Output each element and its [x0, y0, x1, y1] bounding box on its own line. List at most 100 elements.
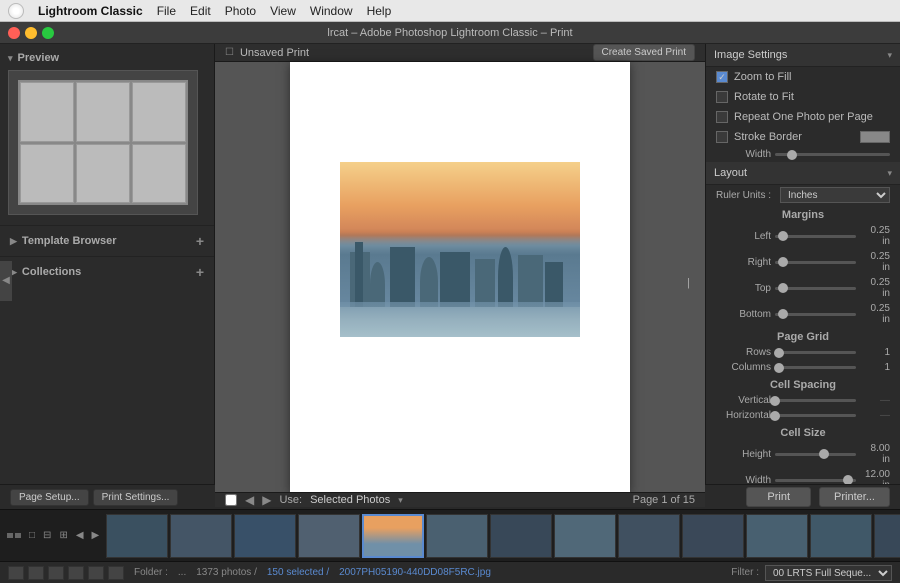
margin-left-slider[interactable] [775, 235, 856, 238]
repeat-one-checkbox[interactable] [716, 111, 728, 123]
maximize-button[interactable] [42, 27, 54, 39]
current-filename: 2007PH05190-440DD08F5RC.jpg [339, 567, 491, 578]
film-thumb-6[interactable] [426, 514, 488, 558]
collections-add-icon[interactable]: + [196, 264, 204, 280]
use-value[interactable]: Selected Photos [310, 494, 390, 506]
margin-top-value: 0.25 in [860, 277, 890, 299]
filter-select[interactable]: 00 LRTS Full Seque... [765, 565, 892, 581]
margin-bottom-thumb[interactable] [778, 309, 788, 319]
stroke-color-swatch[interactable] [860, 131, 890, 143]
view-mode-2-icon[interactable] [28, 566, 44, 580]
rows-slider[interactable] [775, 351, 856, 354]
width-thumb[interactable] [843, 475, 853, 484]
compare-view-btn[interactable]: ⊟ [40, 528, 54, 543]
zoom-to-fill-checkbox[interactable]: ✓ [716, 71, 728, 83]
vertical-slider[interactable] [775, 399, 856, 402]
grid-view-btn[interactable] [4, 531, 24, 540]
film-thumb-8[interactable] [554, 514, 616, 558]
left-panel-collapse-arrow[interactable]: ◀ [0, 261, 12, 301]
stroke-width-thumb[interactable] [787, 150, 797, 160]
margin-left-thumb[interactable] [778, 231, 788, 241]
layout-arrow-icon: ▾ [887, 168, 892, 179]
prev-filmstrip-btn[interactable]: ◀ [73, 528, 87, 543]
view-mode-1-icon[interactable] [8, 566, 24, 580]
film-thumb-1[interactable] [106, 514, 168, 558]
columns-slider[interactable] [775, 366, 856, 369]
collections-label: Collections [22, 266, 81, 278]
close-button[interactable] [8, 27, 20, 39]
margins-label: Margins [706, 205, 900, 223]
film-thumb-7[interactable] [490, 514, 552, 558]
film-thumb-11[interactable] [746, 514, 808, 558]
prev-nav-icon[interactable] [88, 566, 104, 580]
film-thumb-5[interactable] [362, 514, 424, 558]
preview-cell-5 [76, 144, 130, 204]
height-thumb[interactable] [819, 449, 829, 459]
view-mode-3-icon[interactable] [48, 566, 64, 580]
film-thumb-13[interactable] [874, 514, 900, 558]
film-thumb-10[interactable] [682, 514, 744, 558]
menu-photo[interactable]: Photo [225, 4, 256, 18]
film-thumb-4[interactable] [298, 514, 360, 558]
print-settings-button[interactable]: Print Settings... [93, 489, 179, 506]
columns-thumb[interactable] [774, 363, 784, 373]
preview-label: Preview [18, 52, 60, 64]
view-mode-4-icon[interactable] [68, 566, 84, 580]
margin-right-row: Right 0.25 in [706, 249, 900, 275]
margin-top-slider[interactable] [775, 287, 856, 290]
collections-header[interactable]: ▶ Collections + [0, 259, 214, 285]
survey-view-btn[interactable]: ⊞ [56, 528, 70, 543]
margin-right-thumb[interactable] [778, 257, 788, 267]
film-thumb-12[interactable] [810, 514, 872, 558]
film-thumb-3[interactable] [234, 514, 296, 558]
next-filmstrip-btn[interactable]: ▶ [89, 528, 103, 543]
stroke-border-checkbox[interactable] [716, 131, 728, 143]
prev-arrow-icon[interactable]: ◀ [245, 493, 254, 507]
printer-button[interactable]: Printer... [819, 487, 890, 507]
vertical-thumb[interactable] [770, 396, 780, 406]
page-setup-button[interactable]: Page Setup... [10, 489, 89, 506]
template-browser-header[interactable]: ▶ Template Browser + [0, 228, 214, 254]
rows-value: 1 [860, 347, 890, 358]
height-slider[interactable] [775, 453, 856, 456]
width-slider[interactable] [775, 479, 856, 482]
divider-2 [0, 256, 214, 257]
menu-help[interactable]: Help [367, 4, 392, 18]
film-thumb-9[interactable] [618, 514, 680, 558]
stroke-width-slider[interactable] [775, 153, 890, 156]
menu-file[interactable]: File [157, 4, 176, 18]
use-arrow-icon[interactable]: ▾ [398, 495, 403, 506]
rows-thumb[interactable] [774, 348, 784, 358]
image-settings-header[interactable]: Image Settings ▾ [706, 44, 900, 67]
margin-bottom-slider[interactable] [775, 313, 856, 316]
filmstrip-controls: □ ⊟ ⊞ ◀ ▶ [0, 528, 106, 543]
print-title-area: ☐ Unsaved Print [225, 47, 309, 59]
loupe-view-btn[interactable]: □ [26, 528, 38, 543]
margin-right-slider[interactable] [775, 261, 856, 264]
rotate-to-fit-checkbox[interactable] [716, 91, 728, 103]
bottom-checkbox[interactable] [225, 494, 237, 506]
selected-count: 150 selected / [267, 567, 329, 578]
center-toolbar: ☐ Unsaved Print Create Saved Print [215, 44, 705, 62]
print-button[interactable]: Print [746, 487, 811, 507]
menu-window[interactable]: Window [310, 4, 353, 18]
center-panel: ☐ Unsaved Print Create Saved Print [215, 44, 705, 484]
folder-label: Folder : [134, 567, 168, 578]
template-browser-add-icon[interactable]: + [196, 233, 204, 249]
ruler-units-select[interactable]: Inches [780, 187, 890, 203]
next-arrow-icon[interactable]: ▶ [262, 493, 271, 507]
margin-left-row: Left 0.25 in [706, 223, 900, 249]
rows-row: Rows 1 [706, 345, 900, 360]
margin-top-thumb[interactable] [778, 283, 788, 293]
cursor-indicator: | [687, 277, 690, 289]
minimize-button[interactable] [25, 27, 37, 39]
horizontal-slider[interactable] [775, 414, 856, 417]
layout-header[interactable]: Layout ▾ [706, 162, 900, 185]
film-thumb-2[interactable] [170, 514, 232, 558]
menu-view[interactable]: View [270, 4, 296, 18]
menu-edit[interactable]: Edit [190, 4, 211, 18]
next-nav-icon[interactable] [108, 566, 124, 580]
margin-bottom-row: Bottom 0.25 in [706, 301, 900, 327]
horizontal-thumb[interactable] [770, 411, 780, 421]
create-saved-print-button[interactable]: Create Saved Print [593, 44, 696, 61]
